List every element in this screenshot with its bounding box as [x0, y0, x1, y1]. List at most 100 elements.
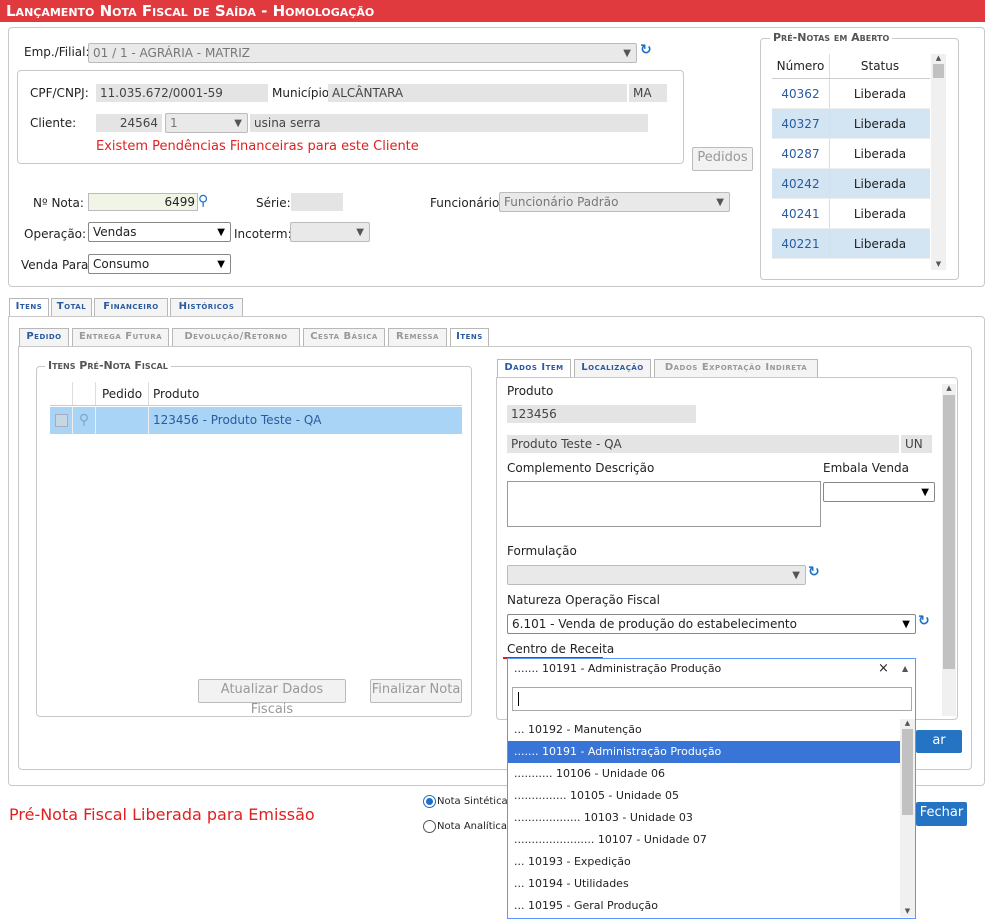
refresh-icon[interactable]: ↻: [640, 42, 652, 58]
venda-value: Consumo: [93, 257, 150, 271]
refresh-icon[interactable]: ↻: [918, 613, 930, 629]
centro-receita-label: Centro de Receita: [507, 642, 615, 656]
prenota-numero[interactable]: 40287: [772, 139, 830, 168]
prenota-numero[interactable]: 40327: [772, 109, 830, 138]
finalizar-nota-button[interactable]: Finalizar Nota: [370, 679, 462, 703]
row-checkbox[interactable]: [54, 414, 68, 427]
funcionario-label: Funcionário:: [430, 196, 504, 210]
emp-filial-select[interactable]: 01 / 1 - AGRÁRIA - MATRIZ ▼: [88, 43, 637, 63]
nota-input[interactable]: 6499: [88, 193, 198, 211]
dropdown-option[interactable]: ... 10193 - Expedição: [508, 851, 900, 873]
prenota-status: Liberada: [853, 177, 907, 191]
col-produto-header: Produto: [153, 387, 200, 401]
embala-label: Embala Venda: [823, 461, 909, 475]
col-status-header: Status: [860, 59, 900, 73]
venda-select[interactable]: Consumo ▼: [88, 254, 231, 274]
tab-pedido[interactable]: Pedido: [19, 328, 69, 346]
formulacao-select[interactable]: ▼: [507, 565, 806, 585]
clear-icon[interactable]: ×: [878, 659, 889, 678]
dropdown-option[interactable]: ............... 10105 - Unidade 05: [508, 785, 900, 807]
scroll-up-icon[interactable]: ▲: [900, 719, 915, 727]
atualizar-dados-fiscais-button[interactable]: Atualizar Dados Fiscais: [198, 679, 346, 717]
chevron-down-icon: ▼: [716, 197, 724, 208]
prenota-numero[interactable]: 40241: [772, 199, 830, 228]
cliente-code-field: 24564: [96, 114, 162, 132]
dropdown-option[interactable]: ... 10194 - Utilidades: [508, 873, 900, 895]
dropdown-search-input[interactable]: [512, 687, 912, 711]
dropdown-option[interactable]: ....... 10191 - Administração Produção: [508, 741, 900, 763]
radio-sintetica[interactable]: Nota Sintética: [423, 795, 508, 808]
itens-table-header: Pedido Produto: [50, 382, 462, 406]
scroll-thumb[interactable]: [943, 395, 955, 669]
scroll-up-icon[interactable]: ▲: [942, 384, 956, 392]
refresh-icon[interactable]: ↻: [808, 564, 820, 580]
incoterm-select[interactable]: ▼: [290, 222, 370, 242]
tab-historicos[interactable]: Históricos: [170, 298, 243, 316]
dropdown-option[interactable]: ................... 10103 - Unidade 03: [508, 807, 900, 829]
dropdown-option[interactable]: ... 10195 - Geral Produção: [508, 895, 900, 917]
add-item-button[interactable]: ar Item: [916, 730, 962, 770]
operacao-select[interactable]: Vendas ▼: [88, 222, 231, 242]
pedidos-button[interactable]: Pedidos: [692, 147, 753, 171]
prenota-row[interactable]: 40327 Liberada: [772, 109, 930, 139]
tab-devolucao-retorno[interactable]: Devolução/Retorno: [172, 328, 300, 346]
embala-select[interactable]: ▼: [823, 482, 935, 502]
scroll-down-icon[interactable]: ▼: [900, 907, 915, 915]
municipio-label: Município:: [272, 86, 334, 100]
prenota-row[interactable]: 40362 Liberada: [772, 79, 930, 109]
search-icon[interactable]: ⚲: [198, 193, 208, 209]
scroll-up-icon[interactable]: ▲: [931, 54, 946, 62]
radio-unchecked-icon[interactable]: [423, 820, 436, 833]
dropdown-option[interactable]: ....................... 10107 - Unidade …: [508, 829, 900, 851]
radio-analitica[interactable]: Nota Analítica: [423, 820, 507, 833]
serie-label: Série:: [256, 196, 291, 210]
prenota-row[interactable]: 40221 Liberada: [772, 229, 930, 259]
tab-financeiro[interactable]: Financeiro: [94, 298, 168, 316]
table-row[interactable]: ⚲ 123456 - Produto Teste - QA: [50, 407, 462, 434]
chevron-up-icon[interactable]: ▲: [902, 659, 908, 678]
dados-item-scrollbar[interactable]: ▲: [942, 384, 956, 716]
dropdown-option[interactable]: ... 10192 - Manutenção: [508, 719, 900, 741]
chevron-down-icon: ▼: [623, 48, 631, 59]
tab-total[interactable]: Total: [51, 298, 92, 316]
dropdown-option[interactable]: ........... 10106 - Unidade 06: [508, 763, 900, 785]
tab-itens[interactable]: Itens: [450, 328, 489, 347]
page-title: Lançamento Nota Fiscal de Saída - Homolo…: [0, 0, 985, 22]
dropdown-scrollbar[interactable]: ▲ ▼: [900, 719, 915, 917]
tab-dados-item[interactable]: Dados Item: [497, 359, 571, 378]
radio-checked-icon[interactable]: [423, 795, 436, 808]
fechar-button[interactable]: Fechar: [916, 802, 967, 826]
col-numero-header: Número: [772, 54, 830, 78]
prenota-status: Liberada: [853, 207, 907, 221]
tab-localizacao[interactable]: Localização: [574, 359, 651, 377]
funcionario-select[interactable]: Funcionário Padrão ▼: [499, 192, 730, 212]
magnifier-icon[interactable]: ⚲: [73, 407, 96, 434]
prenotas-scrollbar[interactable]: ▲ ▼: [931, 54, 946, 270]
scroll-thumb[interactable]: [902, 729, 913, 815]
scroll-thumb[interactable]: [933, 64, 944, 78]
tab-dados-exportacao-indireta[interactable]: Dados Exportação Indireta: [654, 359, 818, 377]
serie-field: [291, 193, 343, 211]
prenota-row[interactable]: 40241 Liberada: [772, 199, 930, 229]
prenota-status: Liberada: [853, 87, 907, 101]
prenota-row[interactable]: 40287 Liberada: [772, 139, 930, 169]
prenota-numero[interactable]: 40362: [772, 79, 830, 108]
complemento-textarea[interactable]: [507, 481, 821, 527]
complemento-label: Complemento Descrição: [507, 461, 655, 475]
prenota-numero[interactable]: 40242: [772, 169, 830, 198]
natureza-select[interactable]: 6.101 - Venda de produção do estabelecim…: [507, 614, 916, 634]
tab-entrega-futura[interactable]: Entrega Futura: [72, 328, 169, 346]
cliente-label: Cliente:: [30, 116, 77, 130]
centro-receita-select[interactable]: ....... 10191 - Administração Produção ×…: [507, 658, 916, 679]
tab-cesta-basica[interactable]: Cesta Básica: [303, 328, 385, 346]
prenota-row[interactable]: 40242 Liberada: [772, 169, 930, 199]
text-cursor: [518, 692, 519, 706]
prenota-status: Liberada: [853, 147, 907, 161]
cliente-seq-select[interactable]: 1 ▼: [165, 113, 248, 133]
cpf-field: 11.035.672/0001-59: [96, 84, 268, 102]
scroll-down-icon[interactable]: ▼: [931, 260, 946, 268]
status-message: Pré-Nota Fiscal Liberada para Emissão: [9, 805, 315, 824]
tab-itens[interactable]: Itens: [9, 298, 49, 317]
tab-remessa[interactable]: Remessa: [388, 328, 447, 346]
prenota-numero[interactable]: 40221: [772, 229, 830, 258]
